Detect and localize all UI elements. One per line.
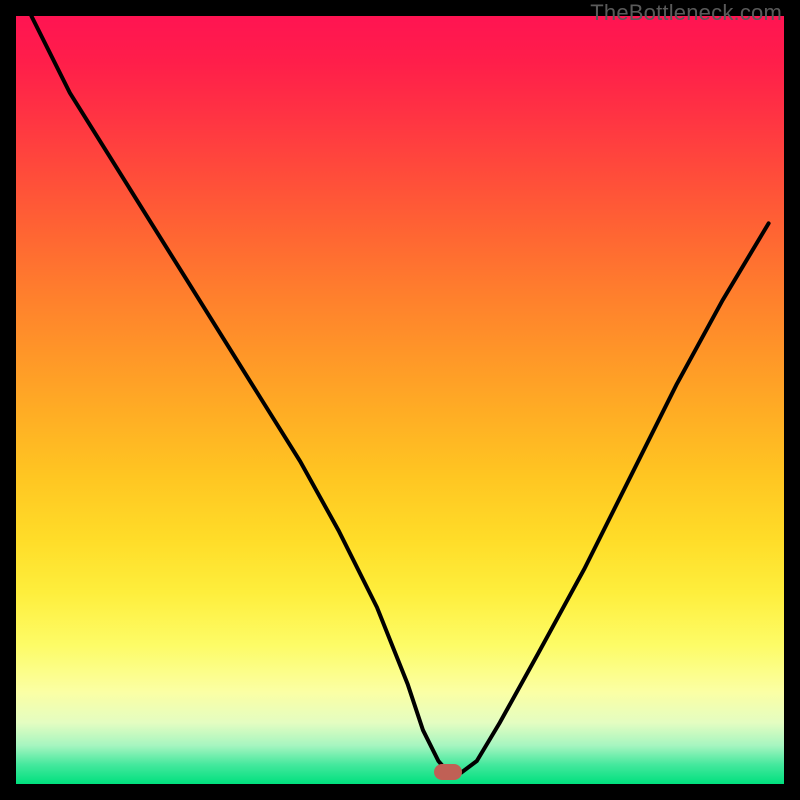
watermark-text: TheBottleneck.com bbox=[590, 0, 782, 26]
gradient-background bbox=[16, 16, 784, 784]
optimum-marker bbox=[434, 764, 462, 780]
chart-stage: TheBottleneck.com bbox=[0, 0, 800, 800]
